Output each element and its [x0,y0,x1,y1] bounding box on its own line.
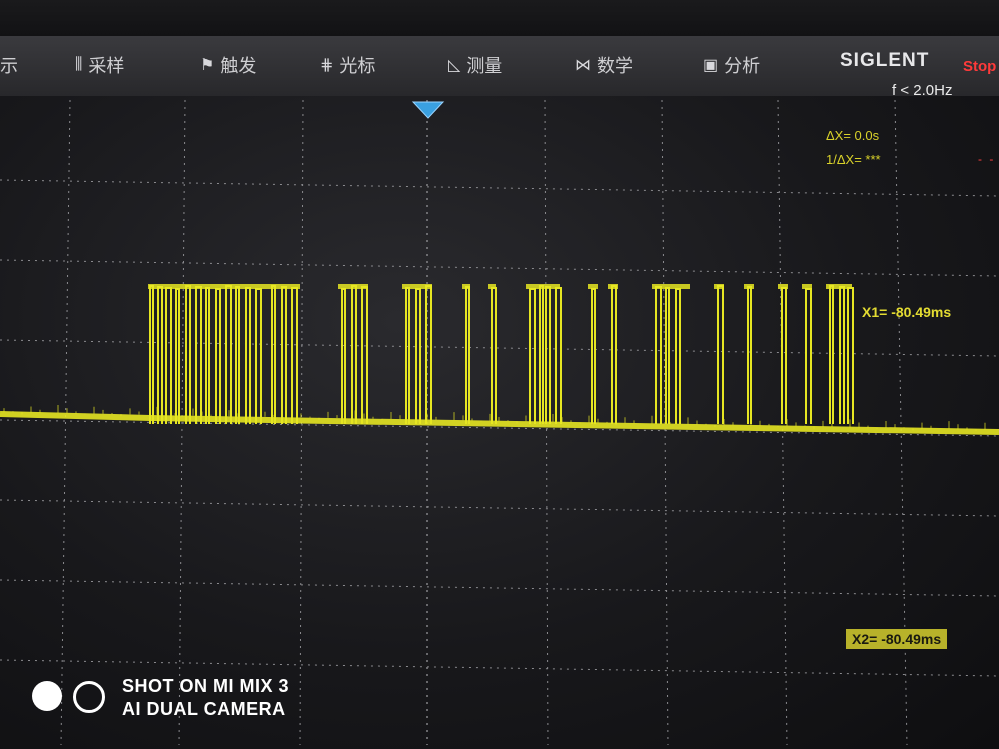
grid-horizontal-line [0,579,999,597]
waveform-pulse [415,288,421,424]
waveform-high-level [744,284,754,289]
grid-horizontal-line [0,499,999,517]
waveform-pulse [351,285,357,424]
waveform-pulse [245,287,251,424]
waveform-pulse [829,285,834,424]
waveform-high-level [608,284,618,289]
waveform-pulse [491,287,497,424]
waveform-pulse [255,288,262,424]
waveform-pulse [839,286,845,424]
waveform-pulse [185,285,191,424]
x2-cursor-label: X2= -80.49ms [846,629,948,649]
waveform-pulse [591,288,596,424]
watermark-line2: AI DUAL CAMERA [122,699,286,719]
waveform-high-level [488,284,496,289]
waveform-pulse [655,286,662,424]
waveform-pulse [291,287,298,424]
waveform-high-level [802,284,812,289]
waveform-pulse [539,285,544,424]
waveform-pulse [157,286,163,424]
trigger-position-marker[interactable] [411,101,445,119]
waveform-pulse [781,287,787,424]
waveform-pulse [361,286,368,424]
waveform-pulse [529,288,536,424]
grid-horizontal-line [0,659,999,677]
camera-watermark-ring [73,681,105,713]
waveform-pulse [281,286,287,424]
waveform-high-level [778,284,788,289]
waveform-high-level [462,284,470,289]
waveform-pulse [425,285,432,424]
waveform-pulse [341,288,346,424]
waveform-pulse [717,285,724,424]
grid-horizontal-line [0,179,999,197]
waveform-trace [0,284,999,435]
waveform-pulse [149,285,154,424]
waveform-pulse [195,286,202,424]
waveform-pulse [555,287,562,424]
waveform-high-level [588,284,598,289]
waveform-pulse [405,287,410,424]
waveform-pulse [175,288,180,424]
camera-watermark-dot [32,681,62,711]
waveform-high-level [148,284,300,289]
waveform-high-level [826,284,852,289]
waveform-pulse [165,287,172,424]
waveform-pulse [611,285,617,424]
waveform-pulse [205,287,210,424]
grid-vertical-line [60,99,71,746]
waveform-high-level [714,284,724,289]
waveform-high-level [526,284,560,289]
waveform-pulse [235,286,240,424]
waveform-high-level [652,284,690,289]
watermark-line1: SHOT ON MI MIX 3 [122,676,290,696]
waveform-pulse [847,287,854,424]
waveform-pulse [675,288,681,424]
grid-horizontal-line [0,259,999,277]
waveform-pulse [665,287,670,424]
waveform-pulse [805,288,812,424]
waveform-pulse [215,288,221,424]
waveform-pulse [225,285,232,424]
waveform-pulse [465,286,470,424]
x1-cursor-label: X1= -80.49ms [862,304,952,320]
waveform-high-level [338,284,368,289]
waveform-pulse [545,286,551,424]
waveform-pulse [747,286,752,424]
waveform-pulse [271,285,276,424]
waveform-high-level [402,284,432,289]
